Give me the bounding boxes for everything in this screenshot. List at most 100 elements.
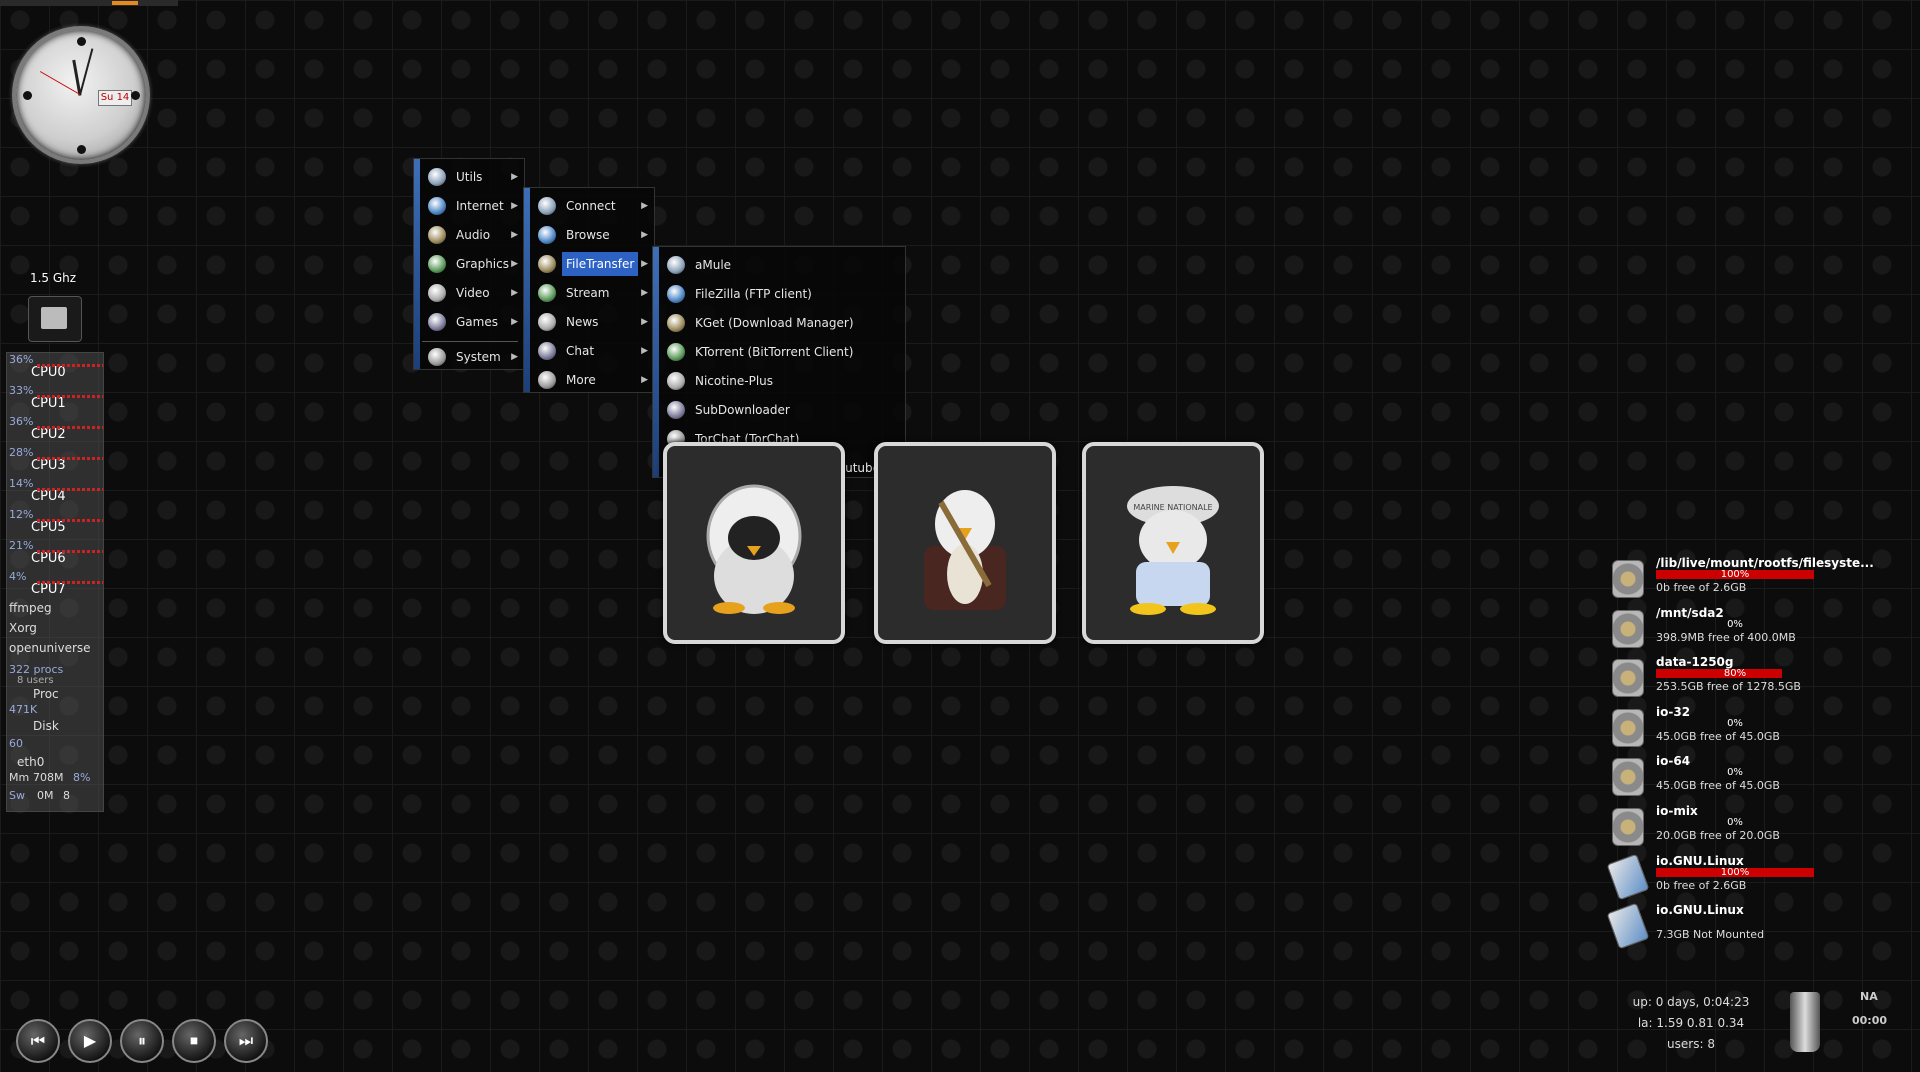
filetransfer-icon (538, 255, 556, 273)
clock-minute-hand (79, 48, 94, 96)
submenu-item-news[interactable]: News ▶ (530, 310, 654, 334)
cpu-core-label: CPU3 (31, 458, 66, 473)
app-item-ktorrent-bittorrent-client[interactable]: KTorrent (BitTorrent Client) (659, 340, 905, 364)
submenu-arrow-icon: ▶ (511, 201, 518, 211)
next-button[interactable]: ⏭ (224, 1019, 268, 1063)
disk-entry[interactable]: io.GNU.Linux 7.3GB Not Mounted (1606, 902, 1846, 951)
disk-free-text: 0b free of 2.6GB (1656, 878, 1747, 892)
cpu-core-percent: 21% (9, 539, 34, 552)
browse-icon (538, 226, 556, 244)
menu-item-label: Stream (566, 286, 610, 300)
menu-item-graphics[interactable]: Graphics ▶ (420, 252, 524, 276)
disk-usage-bar: 0% (1656, 767, 1814, 779)
cpu-core-percent: 14% (9, 477, 34, 490)
submenu-arrow-icon: ▶ (511, 230, 518, 240)
disk-entry[interactable]: io.GNU.Linux 100% 0b free of 2.6GB (1606, 853, 1846, 902)
disk-usage-percent: 0% (1727, 767, 1743, 779)
disk-entry[interactable]: /lib/live/mount/rootfs/filesyste... 100% 0… (1606, 556, 1874, 604)
app-item-nicotine-plus[interactable]: Nicotine-Plus (659, 369, 905, 393)
cpu-core-percent: 36% (9, 415, 34, 428)
menu-item-label: KTorrent (BitTorrent Client) (695, 345, 854, 359)
previous-button[interactable]: ⏮ (16, 1019, 60, 1063)
menu-item-label: Graphics (456, 257, 509, 271)
disk-usage-percent: 100% (1720, 569, 1750, 580)
mem-value: 708M (33, 771, 64, 784)
astronaut-tux-image (706, 484, 802, 614)
users-count: 8 users (17, 675, 54, 686)
disk-usage-fill (1656, 669, 1783, 679)
avatar-sailor-tux[interactable]: MARINE NATIONALE (1082, 442, 1264, 644)
cpu-core-graph (37, 395, 103, 398)
app-item-amule[interactable]: aMule (659, 253, 905, 277)
submenu-item-stream[interactable]: Stream ▶ (530, 281, 654, 305)
disk-entry[interactable]: /mnt/sda2 0% 398.9MB free of 400.0MB (1606, 606, 1846, 654)
disk-entry[interactable]: io-mix 0% 20.0GB free of 20.0GB (1606, 804, 1846, 852)
submenu-arrow-icon: ▶ (511, 317, 518, 327)
app-item-subdownloader[interactable]: SubDownloader (659, 398, 905, 422)
menu-item-label: Games (456, 315, 498, 329)
uptime-widget: up: 0 days, 0:04:23 la: 1.59 0.81 0.34 u… (1606, 992, 1776, 1055)
menu-item-label: FileZilla (FTP client) (695, 287, 812, 301)
disk-usage-percent: 0% (1727, 618, 1743, 630)
trash-icon[interactable] (1790, 992, 1820, 1052)
disk-name: io-mix (1656, 804, 1698, 818)
submenu-item-connect[interactable]: Connect ▶ (530, 194, 654, 218)
load-value: 471K (9, 703, 38, 716)
internet-submenu: Connect ▶ Browse ▶ FileTransfer ▶ Stream ▶ News ▶… (523, 187, 655, 393)
disk-usage-percent: 100% (1720, 866, 1750, 878)
submenu-item-chat[interactable]: Chat ▶ (530, 339, 654, 363)
stop-button[interactable]: ⏹ (172, 1019, 216, 1063)
menu-item-games[interactable]: Games ▶ (420, 310, 524, 334)
video-icon (428, 284, 446, 302)
disk-entry[interactable]: data-1250g 80% 253.5GB free of 1278.5GB (1606, 655, 1846, 703)
submenu-item-more[interactable]: More ▶ (530, 368, 654, 392)
cpu-core-row: 33% CPU1 (7, 384, 103, 415)
menu-item-internet[interactable]: Internet ▶ (420, 194, 524, 218)
cpu-core-row: 4% CPU7 (7, 570, 103, 601)
process-name: ffmpeg (9, 601, 52, 615)
clock-hour-marker (23, 91, 32, 100)
disk-usage-bar: 100% (1656, 866, 1814, 878)
submenu-arrow-icon: ▶ (641, 201, 648, 211)
avatar-lumberjack-tux[interactable] (874, 442, 1056, 644)
submenu-item-browse[interactable]: Browse ▶ (530, 223, 654, 247)
hard-disk-icon (1612, 758, 1644, 797)
menu-item-video[interactable]: Video ▶ (420, 281, 524, 305)
cpu-core-percent: 36% (9, 353, 34, 366)
system-monitor-panel: ffmpeg Xorg openuniverse 322 procs 8 use… (6, 352, 104, 812)
cpu-core-row: 36% CPU2 (7, 415, 103, 446)
disk-entry[interactable]: io-64 0% 45.0GB free of 45.0GB (1606, 754, 1846, 802)
play-button[interactable]: ▶ (68, 1019, 112, 1063)
menu-item-utils[interactable]: Utils ▶ (420, 165, 524, 189)
menu-item-label: Video (456, 286, 490, 300)
disk-free-text: 45.0GB free of 45.0GB (1656, 779, 1780, 793)
usb-drive-icon (1606, 853, 1650, 900)
menu-item-system[interactable]: System ▶ (420, 345, 524, 369)
disk-free-text: 20.0GB free of 20.0GB (1656, 829, 1780, 842)
menu-item-label: News (566, 315, 599, 329)
amule-icon (667, 256, 685, 274)
sailor-tux-image: MARINE NATIONALE (1127, 486, 1219, 615)
process-name: Xorg (9, 621, 37, 635)
avatar-astronaut-tux[interactable] (663, 442, 845, 644)
submenu-arrow-icon: ▶ (641, 346, 648, 356)
app-item-kget-download-manager[interactable]: KGet (Download Manager) (659, 311, 905, 335)
cpu-core-label: CPU6 (31, 551, 66, 566)
disk-label: Disk (33, 719, 59, 733)
submenu-item-filetransfer[interactable]: FileTransfer ▶ (530, 252, 654, 276)
disk-usage-percent: 80% (1723, 668, 1747, 680)
disk-name: io.GNU.Linux (1656, 903, 1744, 918)
submenu-arrow-icon: ▶ (511, 259, 518, 269)
connect-icon (538, 197, 556, 215)
disk-usage-bar: 100% (1656, 569, 1814, 580)
app-item-filezilla-ftp-client[interactable]: FileZilla (FTP client) (659, 282, 905, 306)
disk-free-text: 0b free of 2.6GB (1656, 581, 1747, 594)
pause-button[interactable]: ⏸ (120, 1019, 164, 1063)
disk-entry[interactable]: io-32 0% 45.0GB free of 45.0GB (1606, 705, 1846, 753)
weather-time: 00:00 (1852, 1014, 1888, 1027)
menu-item-audio[interactable]: Audio ▶ (420, 223, 524, 247)
system-icon (428, 348, 446, 366)
menu-item-label: aMule (695, 258, 732, 272)
uptime-text: up: 0 days, 0:04:23 (1632, 995, 1750, 1009)
cpu-core-row: 14% CPU4 (7, 477, 103, 508)
